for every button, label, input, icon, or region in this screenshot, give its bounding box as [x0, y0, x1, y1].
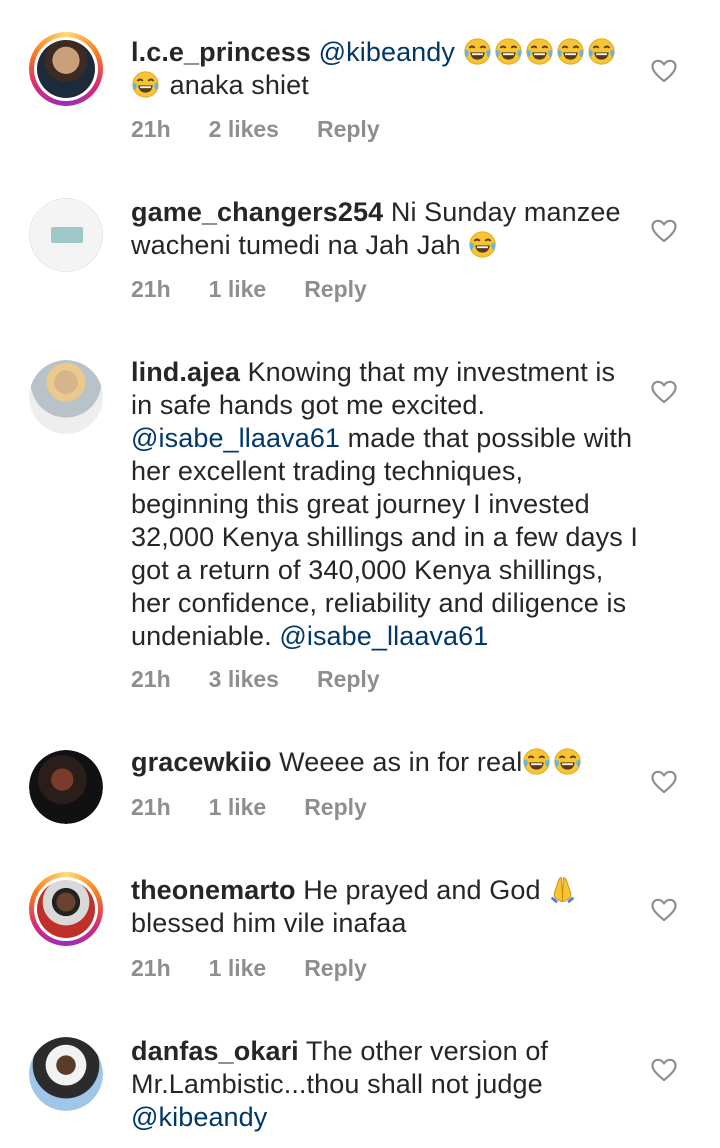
timestamp: 21h [131, 116, 171, 142]
comment-text: danfas_okari The other version of Mr.Lam… [131, 1035, 641, 1134]
likes-count[interactable]: 2 likes [209, 116, 279, 142]
comment-text: l.c.e_princess @kibeandy anaka shiet [131, 36, 641, 102]
comment-meta: 21h 1 like Reply [131, 794, 405, 821]
face-with-tears-of-joy-icon [131, 70, 160, 99]
comment-body: anaka shiet [169, 70, 309, 100]
username[interactable]: l.c.e_princess [131, 37, 311, 67]
reply-button[interactable]: Reply [304, 794, 367, 820]
comment-meta: 21h 2 likes Reply [131, 116, 418, 143]
reply-button[interactable]: Reply [317, 116, 380, 142]
username[interactable]: theonemarto [131, 875, 296, 905]
face-with-tears-of-joy-icon [468, 230, 497, 259]
face-with-tears-of-joy-icon [494, 37, 523, 66]
username[interactable]: gracewkiio [131, 747, 272, 777]
comment-text: gracewkiio Weeee as in for real [131, 746, 641, 779]
timestamp: 21h [131, 666, 171, 692]
comment-meta: 21h 3 likes Reply [131, 666, 418, 693]
comment-text: lind.ajea Knowing that my investment is … [131, 356, 641, 653]
folded-hands-icon [548, 875, 577, 904]
mention-link[interactable]: @kibeandy [131, 1102, 267, 1132]
mention-link[interactable]: @kibeandy [319, 37, 455, 67]
mention-link[interactable]: @isabe_llaava61 [279, 621, 488, 651]
face-with-tears-of-joy-icon [463, 37, 492, 66]
avatar[interactable] [29, 32, 103, 106]
username[interactable]: lind.ajea [131, 357, 240, 387]
face-with-tears-of-joy-icon [522, 747, 551, 776]
face-with-tears-of-joy-icon [587, 37, 616, 66]
username[interactable]: game_changers254 [131, 197, 383, 227]
likes-count[interactable]: 1 like [209, 276, 267, 302]
face-with-tears-of-joy-icon [556, 37, 585, 66]
avatar[interactable] [29, 750, 103, 824]
comment-text: theonemarto He prayed and God blessed hi… [131, 874, 641, 940]
timestamp: 21h [131, 276, 171, 302]
reply-button[interactable]: Reply [317, 666, 380, 692]
heart-outline-icon[interactable] [651, 770, 677, 794]
avatar[interactable] [29, 198, 103, 272]
comment-meta: 21h 1 like Reply [131, 955, 405, 982]
likes-count[interactable]: 1 like [209, 794, 267, 820]
comment-text: game_changers254 Ni Sunday manzee wachen… [131, 196, 641, 262]
comment-body: He prayed and God [303, 875, 541, 905]
comment-meta: 21h 1 like Reply [131, 276, 405, 303]
heart-outline-icon[interactable] [651, 1058, 677, 1082]
heart-outline-icon[interactable] [651, 898, 677, 922]
face-with-tears-of-joy-icon [525, 37, 554, 66]
likes-count[interactable]: 1 like [209, 955, 267, 981]
mention-link[interactable]: @isabe_llaava61 [131, 423, 340, 453]
comment-body: Weeee as in for real [279, 747, 523, 777]
likes-count[interactable]: 3 likes [209, 666, 279, 692]
face-with-tears-of-joy-icon [553, 747, 582, 776]
avatar[interactable] [29, 1037, 103, 1111]
timestamp: 21h [131, 955, 171, 981]
reply-button[interactable]: Reply [304, 276, 367, 302]
username[interactable]: danfas_okari [131, 1036, 299, 1066]
timestamp: 21h [131, 794, 171, 820]
heart-outline-icon[interactable] [651, 59, 677, 83]
comment-body: made that possible with her excellent tr… [131, 423, 639, 651]
avatar[interactable] [29, 360, 103, 434]
comment-body: blessed him vile inafaa [131, 908, 407, 938]
heart-outline-icon[interactable] [651, 219, 677, 243]
reply-button[interactable]: Reply [304, 955, 367, 981]
heart-outline-icon[interactable] [651, 380, 677, 404]
avatar[interactable] [29, 872, 103, 946]
